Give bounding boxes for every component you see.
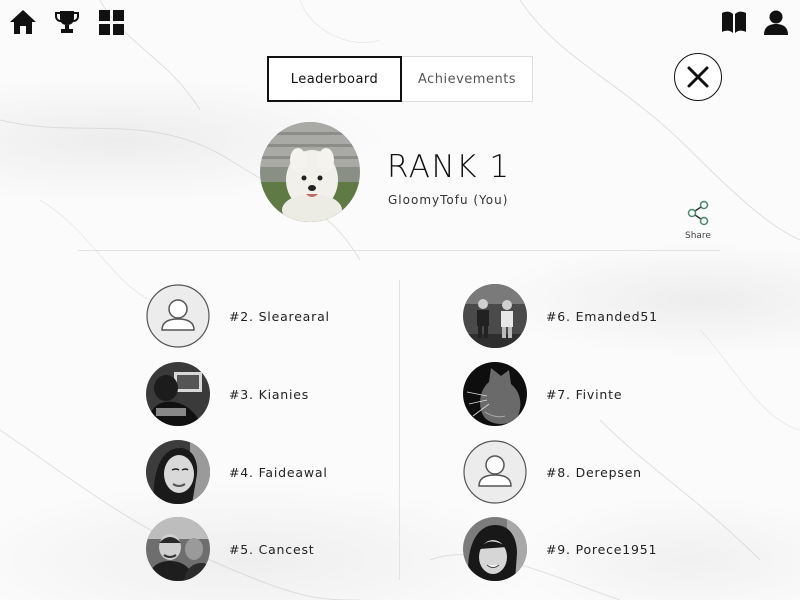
grid-icon[interactable]	[97, 8, 125, 36]
avatar-placeholder	[463, 440, 527, 504]
player-name: #4. Faideawal	[229, 464, 328, 480]
leaderboard-row[interactable]: #2. Slearearal	[146, 284, 330, 348]
player-name: #5. Cancest	[229, 541, 315, 557]
current-username: GloomyTofu (You)	[388, 193, 509, 207]
player-name: #9. Porece1951	[546, 541, 658, 557]
leaderboard-row[interactable]: #3. Kianies	[146, 362, 309, 426]
leaderboard-row[interactable]: #4. Faideawal	[146, 440, 328, 504]
leaderboard-row[interactable]: #6. Emanded51	[463, 284, 658, 348]
player-name: #6. Emanded51	[546, 308, 658, 324]
avatar	[146, 517, 210, 581]
avatar	[146, 362, 210, 426]
avatar	[146, 440, 210, 504]
leaderboard-row[interactable]: #5. Cancest	[146, 517, 314, 581]
book-icon[interactable]	[720, 8, 748, 36]
leaderboard-row[interactable]: #7. Fivinte	[463, 362, 622, 426]
share-icon	[687, 200, 709, 226]
column-divider	[399, 280, 400, 580]
current-user-avatar	[260, 122, 360, 222]
avatar-placeholder	[146, 284, 210, 348]
player-name: #2. Slearearal	[229, 308, 330, 324]
player-name: #8. Derepsen	[546, 464, 642, 480]
player-name: #7. Fivinte	[546, 386, 623, 402]
avatar	[463, 362, 527, 426]
share-button[interactable]: Share	[680, 200, 716, 241]
header-divider	[78, 250, 720, 251]
leaderboard-row[interactable]: #9. Porece1951	[463, 517, 657, 581]
close-button[interactable]	[674, 53, 722, 101]
tab-leaderboard[interactable]: Leaderboard	[267, 56, 402, 102]
rank-title: RANK 1	[387, 149, 511, 185]
home-icon[interactable]	[9, 8, 37, 36]
avatar	[463, 517, 527, 581]
trophy-icon[interactable]	[53, 8, 81, 36]
share-label: Share	[685, 231, 711, 241]
tab-bar: Leaderboard Achievements	[267, 56, 533, 102]
tab-achievements[interactable]: Achievements	[402, 56, 533, 102]
avatar	[463, 284, 527, 348]
leaderboard-row[interactable]: #8. Derepsen	[463, 440, 642, 504]
close-icon	[687, 66, 709, 88]
profile-icon[interactable]	[762, 8, 790, 36]
player-name: #3. Kianies	[229, 386, 310, 402]
